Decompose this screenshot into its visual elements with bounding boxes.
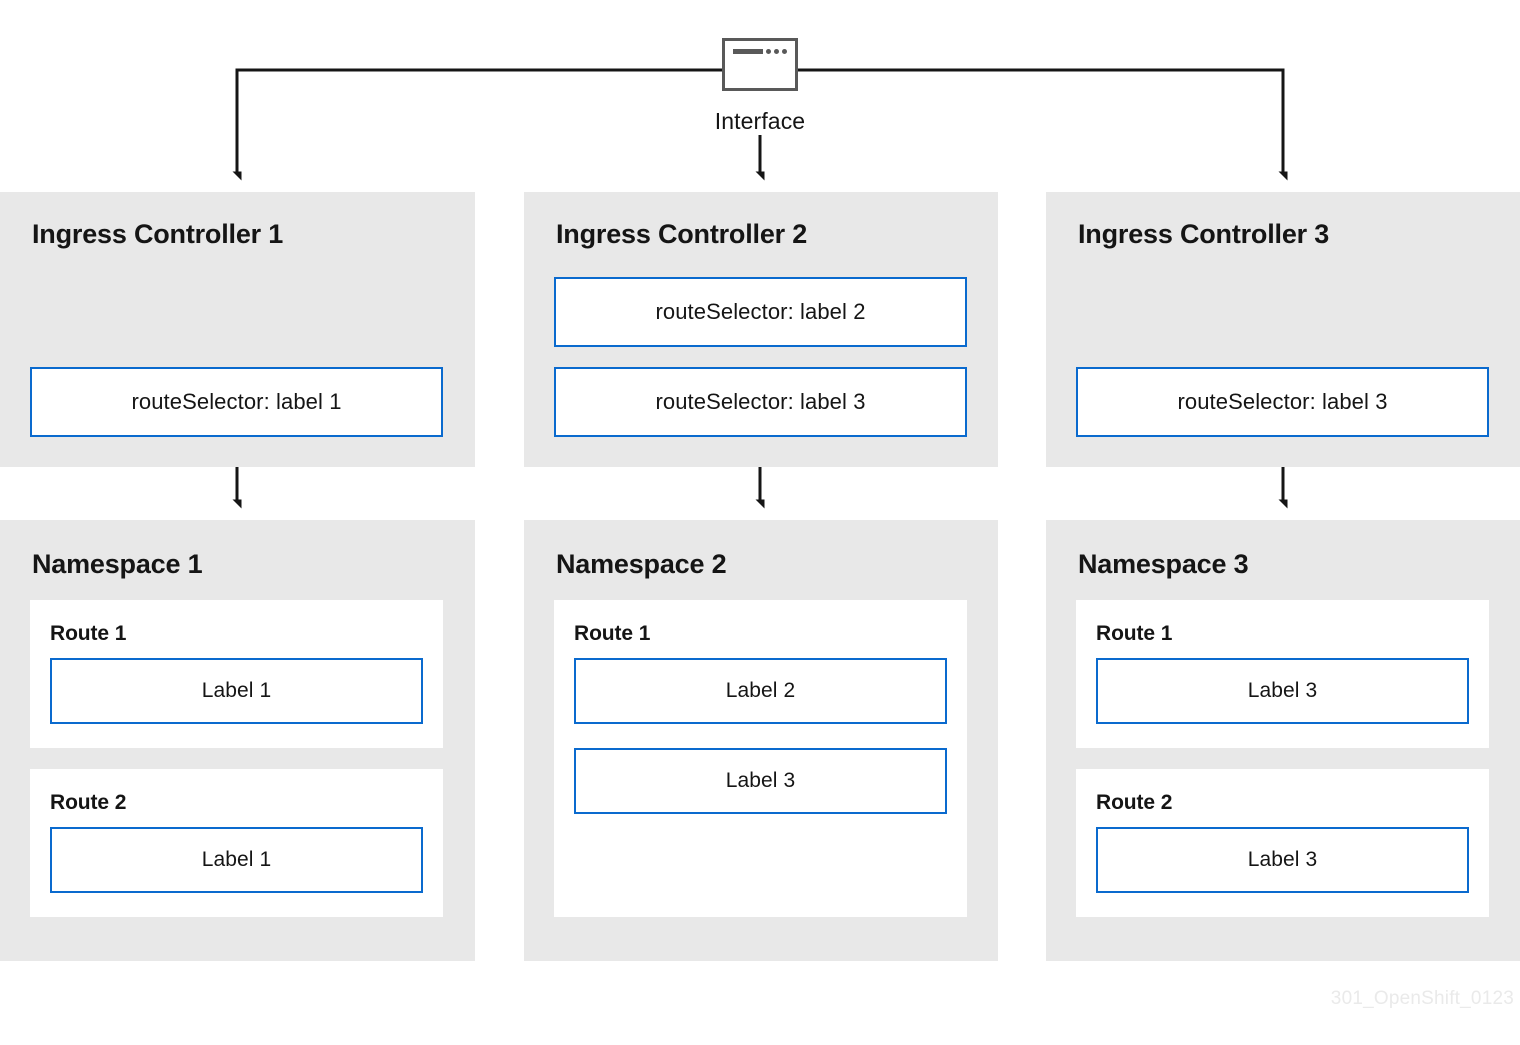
namespace-panel-2: Namespace 2 Route 1 Label 2 Label 3 xyxy=(524,520,998,961)
route-selector-box-2-1: routeSelector: label 2 xyxy=(554,277,967,347)
namespace-title-3: Namespace 3 xyxy=(1078,549,1249,579)
watermark-label: 301_OpenShift_0123 xyxy=(1330,988,1514,1009)
namespace-panel-1: Namespace 1 Route 1 Label 1 Route 2 Labe… xyxy=(0,520,475,961)
route-selector-box-1-1: routeSelector: label 1 xyxy=(30,367,443,437)
window-titlebar-line xyxy=(733,49,763,54)
route-card-1-1: Route 1 Label 1 xyxy=(30,600,443,748)
route-selector-box-3-1: routeSelector: label 3 xyxy=(1076,367,1489,437)
route-label-box-1-2-1: Label 1 xyxy=(50,827,423,893)
route-title-2-1: Route 1 xyxy=(574,622,651,645)
namespace-title-1: Namespace 1 xyxy=(32,549,203,579)
route-card-1-2: Route 2 Label 1 xyxy=(30,769,443,917)
ingress-controller-panel-2: Ingress Controller 2 routeSelector: labe… xyxy=(524,192,998,467)
window-menu-dots-icon xyxy=(766,49,787,54)
route-label-box-3-2-1: Label 3 xyxy=(1096,827,1469,893)
ingress-controller-title-2: Ingress Controller 2 xyxy=(556,219,808,249)
ingress-controller-panel-3: Ingress Controller 3 routeSelector: labe… xyxy=(1046,192,1520,467)
route-card-3-1: Route 1 Label 3 xyxy=(1076,600,1489,748)
ingress-controller-title-3: Ingress Controller 3 xyxy=(1078,219,1330,249)
connector-interface-to-controller-3 xyxy=(798,68,1283,172)
route-title-1-1: Route 1 xyxy=(50,622,127,645)
route-label-box-1-1-1: Label 1 xyxy=(50,658,423,724)
interface-node xyxy=(722,38,798,91)
ingress-controller-panel-1: Ingress Controller 1 routeSelector: labe… xyxy=(0,192,475,467)
ingress-controller-title-1: Ingress Controller 1 xyxy=(32,219,284,249)
diagram-canvas: Interface Ingress Controller 1 routeSele… xyxy=(0,0,1520,1045)
route-label-box-2-1-1: Label 2 xyxy=(574,658,947,724)
connector-interface-to-controller-1 xyxy=(237,68,722,172)
namespace-title-2: Namespace 2 xyxy=(556,549,727,579)
route-label-box-2-1-2: Label 3 xyxy=(574,748,947,814)
route-selector-box-2-2: routeSelector: label 3 xyxy=(554,367,967,437)
route-title-1-2: Route 2 xyxy=(50,791,127,814)
namespace-panel-3: Namespace 3 Route 1 Label 3 Route 2 Labe… xyxy=(1046,520,1520,961)
route-title-3-2: Route 2 xyxy=(1096,791,1173,814)
route-label-box-3-1-1: Label 3 xyxy=(1096,658,1469,724)
route-title-3-1: Route 1 xyxy=(1096,622,1173,645)
route-card-3-2: Route 2 Label 3 xyxy=(1076,769,1489,917)
interface-label: Interface xyxy=(714,108,806,134)
route-card-2-1: Route 1 Label 2 Label 3 xyxy=(554,600,967,917)
browser-window-icon xyxy=(722,38,798,91)
